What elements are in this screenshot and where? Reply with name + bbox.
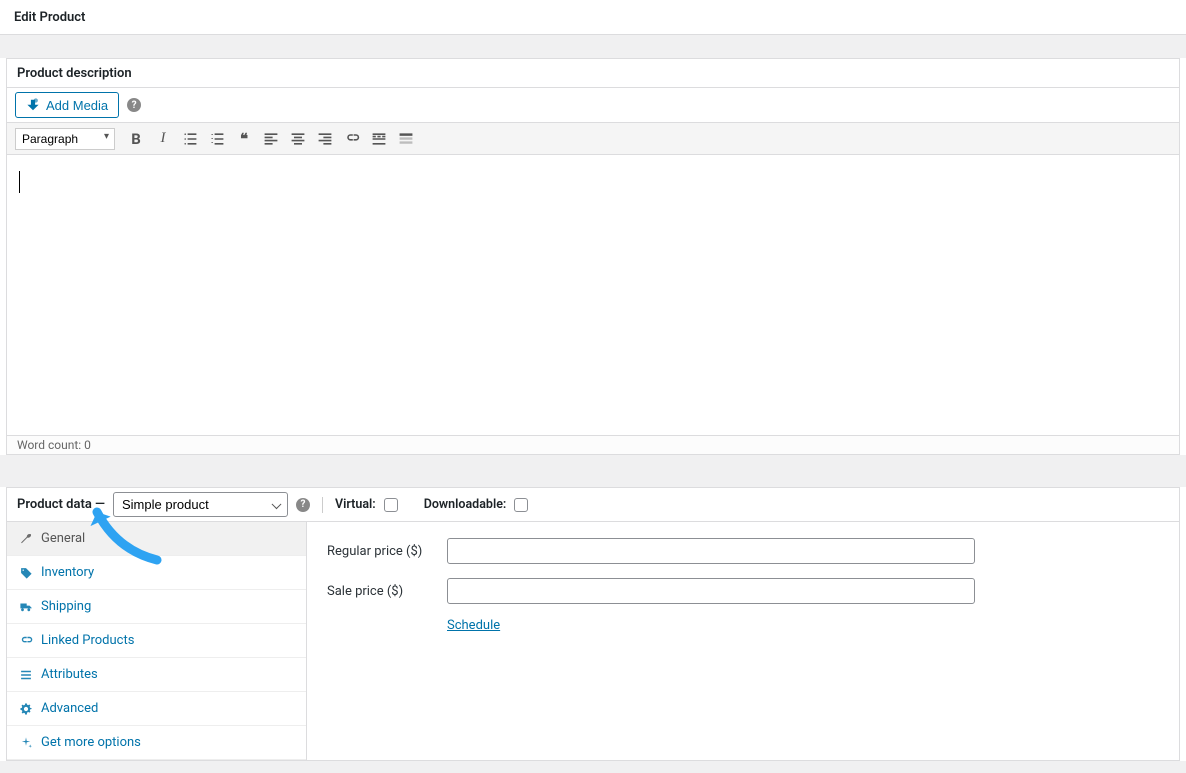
bottom-gap bbox=[0, 761, 1186, 773]
word-count-label: Word count: 0 bbox=[17, 438, 91, 452]
truck-icon bbox=[19, 600, 33, 614]
tab-inventory[interactable]: Inventory bbox=[7, 556, 306, 590]
product-data-content: Regular price ($) Sale price ($) Schedul… bbox=[307, 522, 1179, 760]
wrench-icon bbox=[19, 532, 33, 546]
sale-price-row: Sale price ($) bbox=[327, 578, 1159, 604]
regular-price-label: Regular price ($) bbox=[327, 544, 447, 559]
tab-advanced[interactable]: Advanced bbox=[7, 692, 306, 726]
description-panel-heading: Product description bbox=[7, 59, 1179, 87]
editor-media-row: Add Media ? bbox=[7, 87, 1179, 122]
align-center-button[interactable] bbox=[286, 128, 310, 150]
sale-price-label: Sale price ($) bbox=[327, 584, 447, 599]
tab-linked-products[interactable]: Linked Products bbox=[7, 624, 306, 658]
spark-icon bbox=[19, 736, 33, 750]
tab-general[interactable]: General bbox=[7, 522, 306, 556]
sale-price-input[interactable] bbox=[447, 578, 975, 604]
editor-format-row: Paragraph B I ❝ bbox=[7, 122, 1179, 155]
page-header: Edit Product bbox=[0, 0, 1186, 34]
tab-more-label: Get more options bbox=[41, 735, 141, 750]
description-panel: Product description Add Media ? Paragrap… bbox=[6, 58, 1180, 455]
cursor bbox=[19, 171, 20, 193]
virtual-label: Virtual: bbox=[335, 497, 376, 512]
editor-textarea[interactable] bbox=[7, 155, 1179, 435]
media-icon bbox=[26, 97, 40, 114]
quote-button[interactable]: ❝ bbox=[232, 128, 256, 150]
word-count: Word count: 0 bbox=[7, 435, 1179, 454]
schedule-link[interactable]: Schedule bbox=[447, 618, 500, 633]
product-data-tabs: General Inventory Shipping bbox=[7, 522, 307, 760]
number-list-button[interactable] bbox=[205, 128, 229, 150]
read-more-button[interactable] bbox=[367, 128, 391, 150]
add-media-button[interactable]: Add Media bbox=[15, 92, 119, 118]
toolbar-toggle-button[interactable] bbox=[394, 128, 418, 150]
tab-general-label: General bbox=[41, 531, 85, 546]
tab-shipping[interactable]: Shipping bbox=[7, 590, 306, 624]
bullet-list-button[interactable] bbox=[178, 128, 202, 150]
align-left-button[interactable] bbox=[259, 128, 283, 150]
link-icon bbox=[19, 634, 33, 648]
tab-advanced-label: Advanced bbox=[41, 701, 98, 716]
bold-button[interactable]: B bbox=[124, 128, 148, 150]
separator bbox=[322, 497, 323, 513]
product-data-header: Product data — Simple product ? Virtual:… bbox=[7, 488, 1179, 521]
description-panel-title: Product description bbox=[17, 66, 132, 81]
tab-inventory-label: Inventory bbox=[41, 565, 94, 580]
downloadable-label: Downloadable: bbox=[424, 497, 507, 512]
downloadable-checkbox[interactable] bbox=[514, 498, 528, 512]
product-data-body: General Inventory Shipping bbox=[7, 521, 1179, 760]
product-data-panel: Product data — Simple product ? Virtual:… bbox=[6, 487, 1180, 761]
list-icon bbox=[19, 668, 33, 682]
tab-linked-label: Linked Products bbox=[41, 633, 134, 648]
panel-gap bbox=[0, 455, 1186, 487]
product-type-select[interactable]: Simple product bbox=[113, 492, 288, 517]
link-button[interactable] bbox=[340, 128, 364, 150]
tag-icon bbox=[19, 566, 33, 580]
tab-attributes[interactable]: Attributes bbox=[7, 658, 306, 692]
italic-button[interactable]: I bbox=[151, 128, 175, 150]
product-type-help-icon[interactable]: ? bbox=[296, 498, 310, 512]
product-data-label: Product data — bbox=[17, 497, 105, 512]
gear-icon bbox=[19, 702, 33, 716]
add-media-label: Add Media bbox=[46, 98, 108, 113]
page-title: Edit Product bbox=[14, 10, 85, 25]
align-right-button[interactable] bbox=[313, 128, 337, 150]
tab-attributes-label: Attributes bbox=[41, 667, 98, 682]
virtual-checkbox[interactable] bbox=[384, 498, 398, 512]
tab-shipping-label: Shipping bbox=[41, 599, 91, 614]
regular-price-input[interactable] bbox=[447, 538, 975, 564]
format-select[interactable]: Paragraph bbox=[15, 128, 115, 150]
header-divider bbox=[0, 34, 1186, 58]
regular-price-row: Regular price ($) bbox=[327, 538, 1159, 564]
help-icon[interactable]: ? bbox=[127, 98, 141, 112]
tab-get-more-options[interactable]: Get more options bbox=[7, 726, 306, 760]
